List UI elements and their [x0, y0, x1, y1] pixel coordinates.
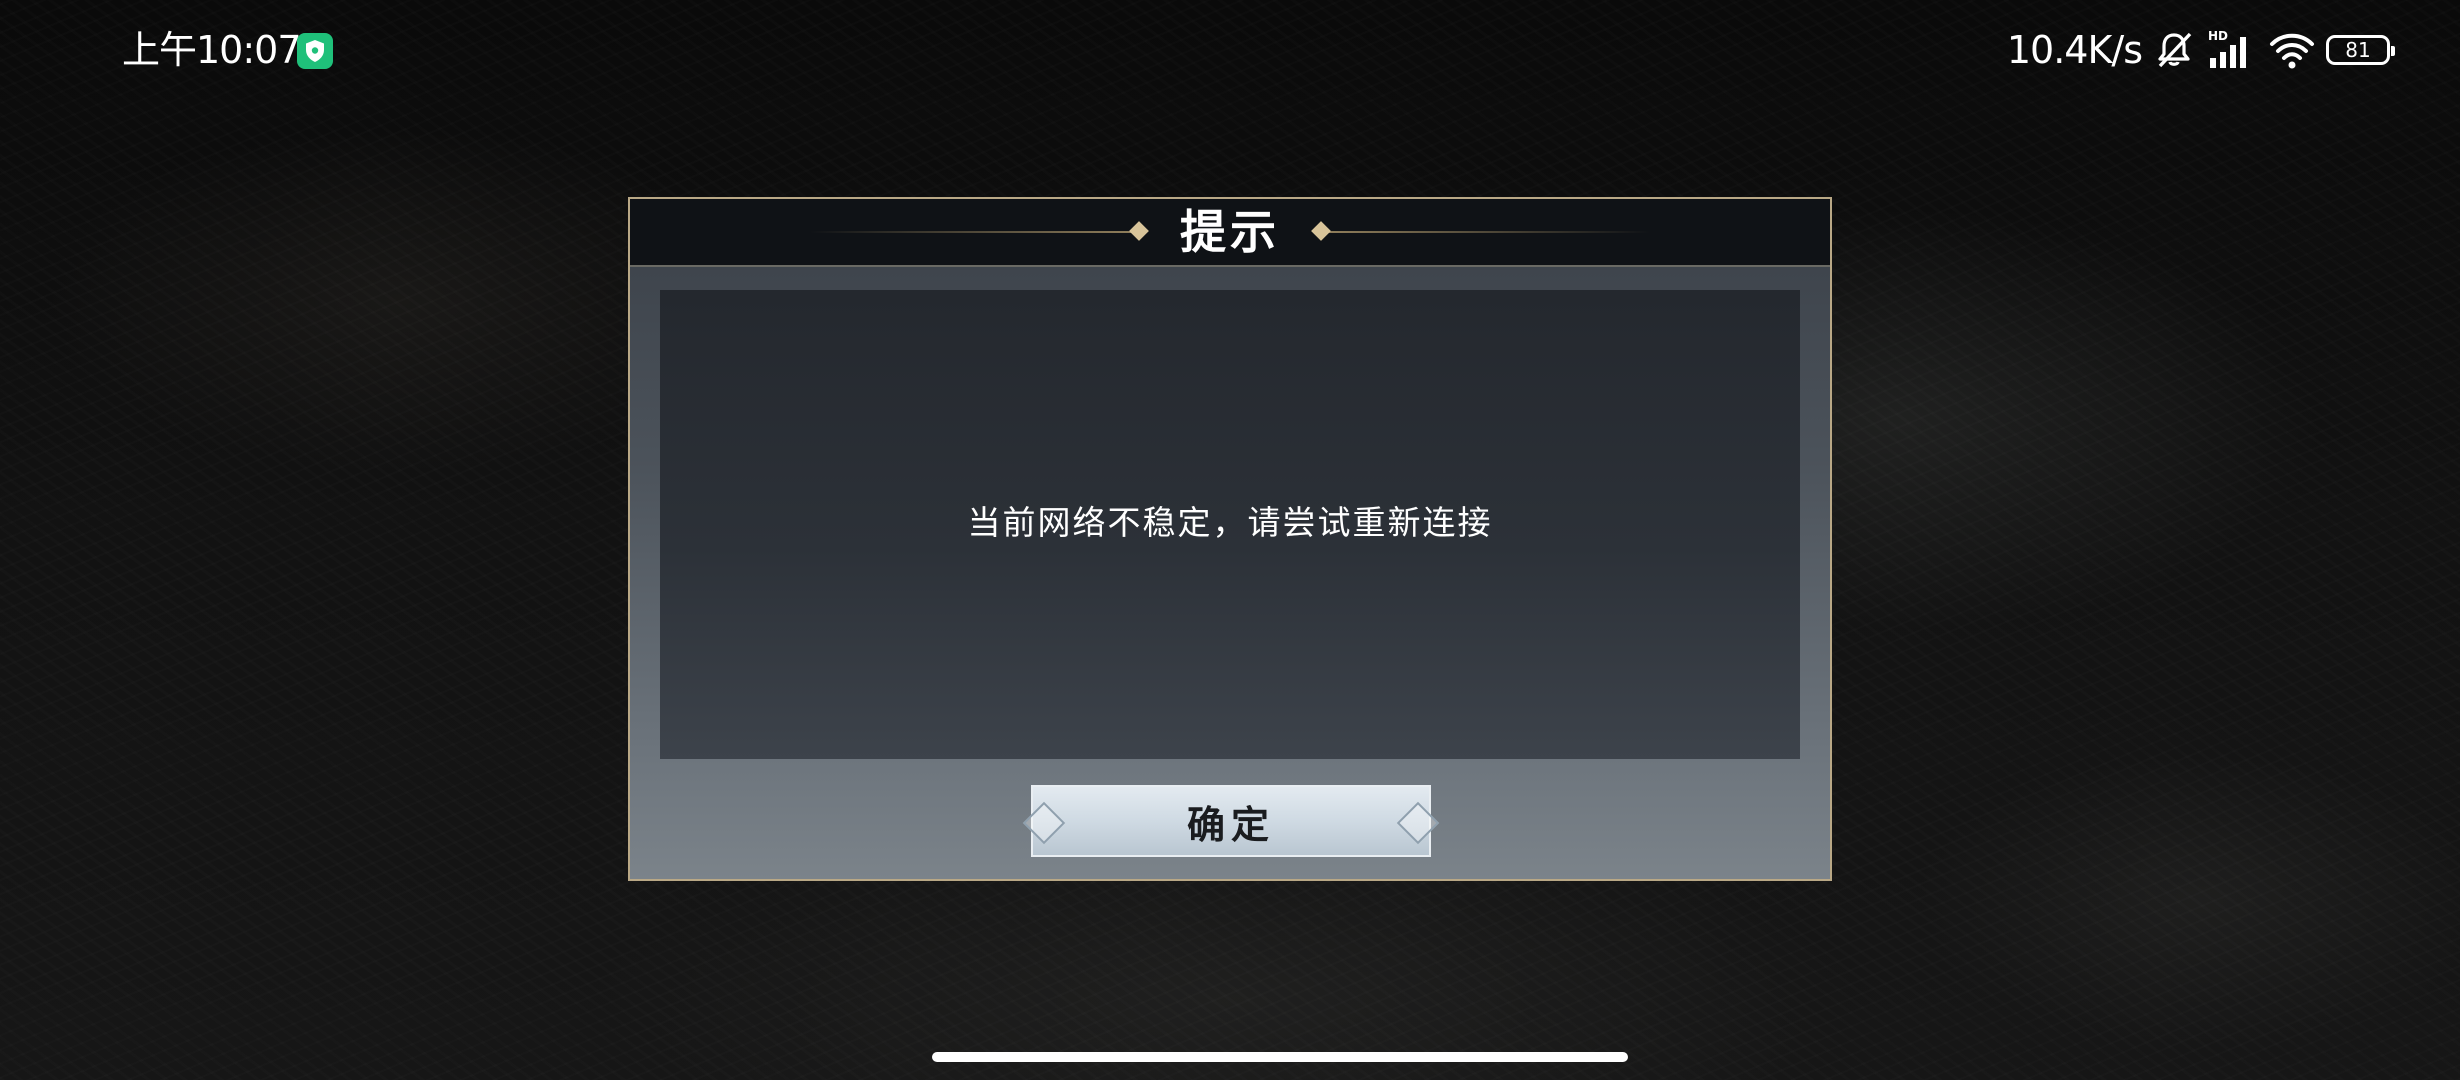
dialog-title: 提示	[1180, 205, 1280, 259]
alert-dialog: 提示 当前网络不稳定，请尝试重新连接 确定	[628, 197, 1832, 881]
status-time: 上午10:07	[122, 28, 302, 72]
battery-icon: 81	[2326, 35, 2395, 65]
game-screen: 上午10:07 10.4K/s HD 81 提示 当前网络不稳定，请尝试重新连接…	[0, 0, 2460, 1080]
network-speed: 10.4K/s	[2006, 28, 2143, 72]
mute-bell-icon	[2152, 28, 2196, 72]
confirm-button[interactable]: 确定	[1022, 785, 1440, 857]
home-indicator[interactable]	[932, 1052, 1628, 1062]
svg-text:HD: HD	[2208, 29, 2228, 43]
status-bar: 上午10:07 10.4K/s HD 81	[0, 0, 2460, 100]
hd-signal-icon: HD	[2206, 28, 2258, 72]
wifi-icon	[2268, 28, 2316, 72]
message-panel: 当前网络不稳定，请尝试重新连接	[660, 290, 1800, 759]
shield-icon	[297, 33, 333, 69]
confirm-button-label: 确定	[1186, 801, 1275, 847]
battery-level: 81	[2345, 38, 2371, 62]
dialog-header: 提示	[630, 199, 1830, 267]
status-right-group: 10.4K/s HD 81	[2006, 22, 2395, 78]
button-corner-ornament-icon	[1396, 801, 1440, 845]
button-corner-ornament-icon	[1022, 801, 1066, 845]
dialog-message: 当前网络不稳定，请尝试重新连接	[967, 502, 1493, 542]
